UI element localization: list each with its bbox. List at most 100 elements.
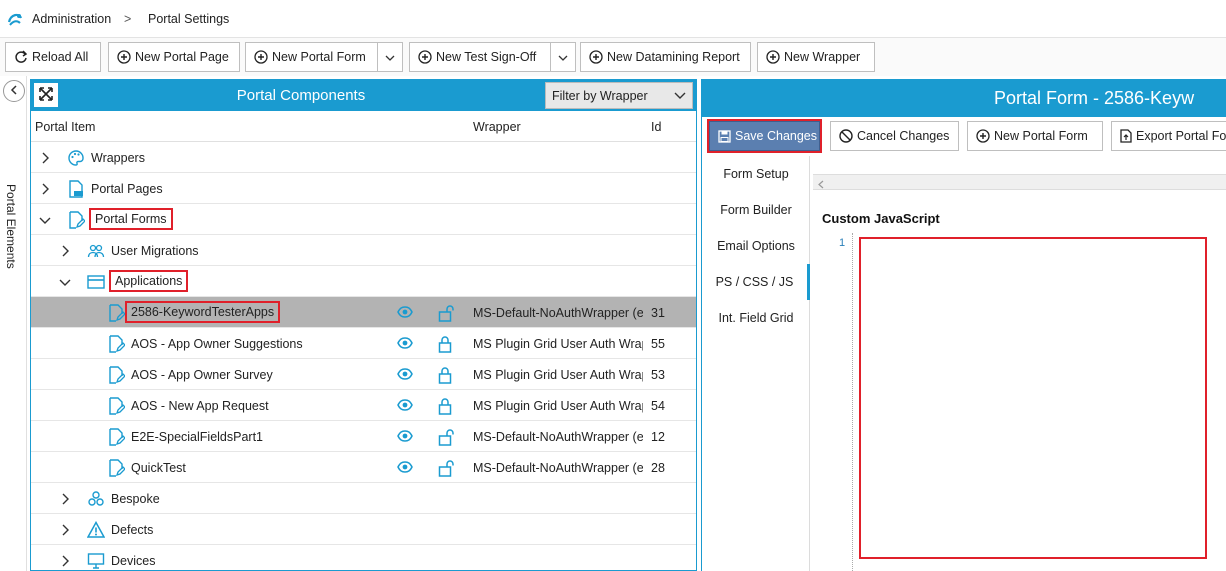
table-row[interactable]: AOS - New App Request MS Plugin Grid User… [31, 390, 696, 421]
reload-all-button[interactable]: Reload All [5, 42, 101, 72]
table-row[interactable]: AOS - App Owner Survey MS Plugin Grid Use… [31, 359, 696, 390]
column-header-wrapper[interactable]: Wrapper [473, 120, 521, 134]
chevron-right-icon[interactable] [61, 493, 69, 508]
form-tabs: Form Setup Form Builder Email Options PS… [702, 156, 810, 571]
tree-node-label: Wrappers [91, 151, 145, 165]
reload-icon [14, 50, 28, 64]
new-portal-page-button[interactable]: New Portal Page [108, 42, 240, 72]
unlock-icon[interactable] [438, 304, 454, 325]
plus-circle-icon [766, 50, 780, 64]
cancel-changes-button[interactable]: Cancel Changes [830, 121, 959, 151]
portal-components-header: Portal Components Filter by Wrapper [31, 80, 696, 111]
column-header-portal-item[interactable]: Portal Item [35, 120, 95, 134]
tree-node[interactable]: Devices [31, 545, 696, 570]
portal-form-header: Portal Form - 2586-Keyw [702, 79, 1226, 117]
list-item-label: 2586-KeywordTesterApps [124, 301, 281, 323]
breadcrumb-administration[interactable]: Administration [32, 12, 111, 26]
scroll-left-icon[interactable] [818, 178, 824, 192]
id-cell: 31 [651, 306, 665, 320]
chevron-right-icon[interactable] [41, 152, 49, 167]
list-item-label: AOS - App Owner Suggestions [131, 337, 303, 351]
export-portal-form-button[interactable]: Export Portal Form [1111, 121, 1226, 151]
new-wrapper-label: New Wrapper [784, 50, 861, 64]
wrapper-cell: MS-Default-NoAuthWrapper (er [473, 306, 643, 320]
portal-elements-label: Portal Elements [4, 184, 18, 269]
new-test-signoff-button[interactable]: New Test Sign-Off [409, 42, 551, 72]
chevron-down-icon [674, 89, 686, 103]
new-portal-form-label: New Portal Form [272, 50, 366, 64]
form-icon [67, 211, 86, 232]
reload-all-label: Reload All [32, 50, 89, 64]
new-portal-form-label-2: New Portal Form [994, 129, 1088, 143]
horizontal-scrollbar[interactable] [813, 174, 1226, 190]
tree-node[interactable]: Portal Pages [31, 173, 696, 204]
tab-email-options[interactable]: Email Options [702, 228, 810, 264]
breadcrumb-separator: > [124, 12, 132, 26]
eye-icon[interactable] [397, 399, 413, 414]
app-logo-icon[interactable] [6, 10, 24, 31]
column-header-id[interactable]: Id [651, 120, 661, 134]
eye-icon[interactable] [397, 306, 413, 321]
tree-node[interactable]: Portal Forms [31, 204, 696, 235]
code-input-area[interactable] [859, 237, 1207, 559]
new-portal-form-dropdown[interactable] [377, 42, 403, 72]
new-datamining-report-button[interactable]: New Datamining Report [580, 42, 751, 72]
lock-icon[interactable] [438, 397, 452, 418]
table-row[interactable]: 2586-KeywordTesterApps MS-Default-NoAuthW… [31, 297, 696, 328]
tree-node[interactable]: User Migrations [31, 235, 696, 266]
tree-node-label: Bespoke [111, 492, 160, 506]
chevron-right-icon[interactable] [41, 183, 49, 198]
tab-form-setup[interactable]: Form Setup [702, 156, 810, 192]
new-wrapper-button[interactable]: New Wrapper [757, 42, 875, 72]
unlock-icon[interactable] [438, 428, 454, 449]
table-row[interactable]: QuickTest MS-Default-NoAuthWrapper (er 28 [31, 452, 696, 483]
lock-icon[interactable] [438, 366, 452, 387]
wrapper-cell: MS Plugin Grid User Auth Wrapp [473, 337, 643, 351]
form-icon [107, 397, 126, 418]
form-icon [107, 335, 126, 356]
window-icon [87, 273, 105, 294]
new-test-signoff-label: New Test Sign-Off [436, 50, 537, 64]
bespoke-icon [87, 490, 105, 511]
lock-icon[interactable] [438, 335, 452, 356]
unlock-icon[interactable] [438, 459, 454, 480]
new-test-signoff-dropdown[interactable] [550, 42, 576, 72]
chevron-down-icon [385, 50, 395, 64]
breadcrumb-bar: Administration > Portal Settings [0, 0, 1226, 38]
tree-node[interactable]: Wrappers [31, 142, 696, 173]
eye-icon[interactable] [397, 461, 413, 476]
monitor-icon [87, 552, 105, 570]
portal-components-title: Portal Components [236, 87, 366, 104]
chevron-down-icon[interactable] [39, 214, 51, 228]
save-changes-button[interactable]: Save Changes [707, 119, 822, 153]
tree-node[interactable]: Bespoke [31, 483, 696, 514]
new-portal-form-button-2[interactable]: New Portal Form [967, 121, 1103, 151]
cancel-icon [839, 129, 853, 143]
tab-ps-css-js[interactable]: PS / CSS / JS [702, 264, 810, 300]
eye-icon[interactable] [397, 337, 413, 352]
plus-circle-icon [589, 50, 603, 64]
tab-form-builder[interactable]: Form Builder [702, 192, 810, 228]
chevron-right-icon[interactable] [61, 555, 69, 570]
filter-by-wrapper-select[interactable]: Filter by Wrapper [545, 82, 693, 109]
eye-icon[interactable] [397, 430, 413, 445]
plus-circle-icon [418, 50, 432, 64]
tree-node-label: Portal Forms [89, 208, 173, 230]
chevron-right-icon[interactable] [61, 245, 69, 260]
form-icon [107, 304, 126, 325]
portal-elements-sidetab[interactable]: Portal Elements [0, 76, 27, 571]
table-row[interactable]: E2E-SpecialFieldsPart1 MS-Default-NoAuthW… [31, 421, 696, 452]
wrapper-cell: MS-Default-NoAuthWrapper (er [473, 461, 643, 475]
chevron-down-icon[interactable] [59, 276, 71, 290]
tree-node[interactable]: Applications [31, 266, 696, 297]
tree-node[interactable]: Defects [31, 514, 696, 545]
collapse-sidebar-button[interactable] [3, 80, 25, 102]
warning-icon [86, 520, 106, 542]
new-portal-form-button[interactable]: New Portal Form [245, 42, 378, 72]
tree-node-label: User Migrations [111, 244, 199, 258]
chevron-right-icon[interactable] [61, 524, 69, 539]
table-row[interactable]: AOS - App Owner Suggestions MS Plugin Gri… [31, 328, 696, 359]
tab-int-field-grid[interactable]: Int. Field Grid [702, 300, 810, 336]
eye-icon[interactable] [397, 368, 413, 383]
line-number: 1 [839, 237, 846, 249]
